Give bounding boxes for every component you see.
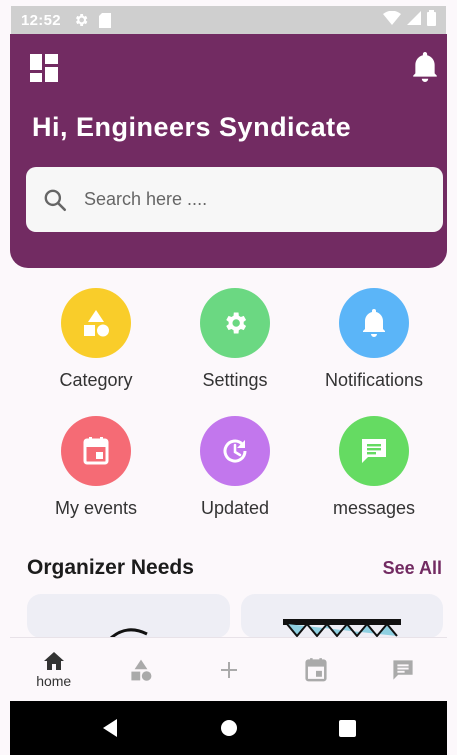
- nav-events[interactable]: [272, 657, 359, 682]
- notification-bell-icon[interactable]: [412, 52, 440, 84]
- nav-category[interactable]: [97, 658, 184, 682]
- header: Hi, Engineers Syndicate: [10, 34, 447, 268]
- tile-settings[interactable]: Settings: [165, 288, 305, 391]
- back-icon[interactable]: [101, 718, 119, 738]
- organizer-card[interactable]: [241, 594, 443, 638]
- nav-home-label: home: [36, 672, 72, 689]
- search-icon: [44, 189, 67, 211]
- signal-icon: [407, 11, 421, 29]
- bottom-navigation: home: [10, 637, 447, 701]
- tile-my-events[interactable]: My events: [26, 416, 166, 519]
- see-all-link[interactable]: See All: [383, 558, 442, 579]
- settings-status-icon: [73, 12, 89, 28]
- tile-label-updated: Updated: [200, 498, 270, 518]
- tile-label-settings: Settings: [202, 370, 268, 390]
- home-icon: [43, 651, 64, 670]
- battery-icon: [427, 10, 436, 30]
- message-icon: [362, 439, 386, 463]
- tile-notifications[interactable]: Notifications: [304, 288, 444, 391]
- plus-icon: [220, 661, 237, 678]
- updated-circle: [200, 416, 270, 486]
- dashboard-icon[interactable]: [30, 54, 58, 82]
- nav-add[interactable]: [185, 660, 272, 680]
- wifi-icon: [383, 10, 401, 29]
- message-icon: [393, 659, 413, 680]
- tile-label-notifications: Notifications: [324, 370, 424, 390]
- tile-messages[interactable]: messages: [304, 416, 444, 519]
- tile-updated[interactable]: Updated: [165, 416, 305, 519]
- messages-circle: [339, 416, 409, 486]
- tile-label-category: Category: [59, 370, 133, 390]
- tile-category[interactable]: Category: [26, 288, 166, 391]
- category-circle: [61, 288, 131, 358]
- card-image: [283, 619, 401, 638]
- card-image: [110, 628, 148, 638]
- status-time: 12:52: [21, 11, 61, 29]
- gear-icon: [226, 312, 247, 334]
- nav-home[interactable]: home: [10, 651, 97, 689]
- tile-label-messages: messages: [332, 498, 416, 518]
- calendar-icon: [83, 437, 109, 465]
- shapes-icon: [131, 659, 152, 681]
- events-circle: [61, 416, 131, 486]
- recents-icon[interactable]: [339, 719, 357, 737]
- system-navigation-bar: [10, 701, 447, 755]
- tile-label-my-events: My events: [54, 498, 138, 518]
- settings-circle: [200, 288, 270, 358]
- shapes-icon: [84, 310, 109, 337]
- update-icon: [223, 439, 247, 463]
- search-bar[interactable]: [26, 167, 443, 232]
- nav-messages[interactable]: [360, 658, 447, 682]
- organizer-card[interactable]: [27, 594, 230, 638]
- status-bar: 12:52: [11, 6, 446, 34]
- greeting-title: Hi, Engineers Syndicate: [32, 112, 352, 142]
- bell-icon: [363, 309, 385, 337]
- section-title: Organizer Needs: [27, 556, 194, 579]
- calendar-icon: [305, 657, 327, 681]
- sd-card-icon: [98, 12, 111, 28]
- home-button-icon[interactable]: [220, 719, 238, 737]
- notifications-circle: [339, 288, 409, 358]
- search-input[interactable]: [84, 189, 404, 210]
